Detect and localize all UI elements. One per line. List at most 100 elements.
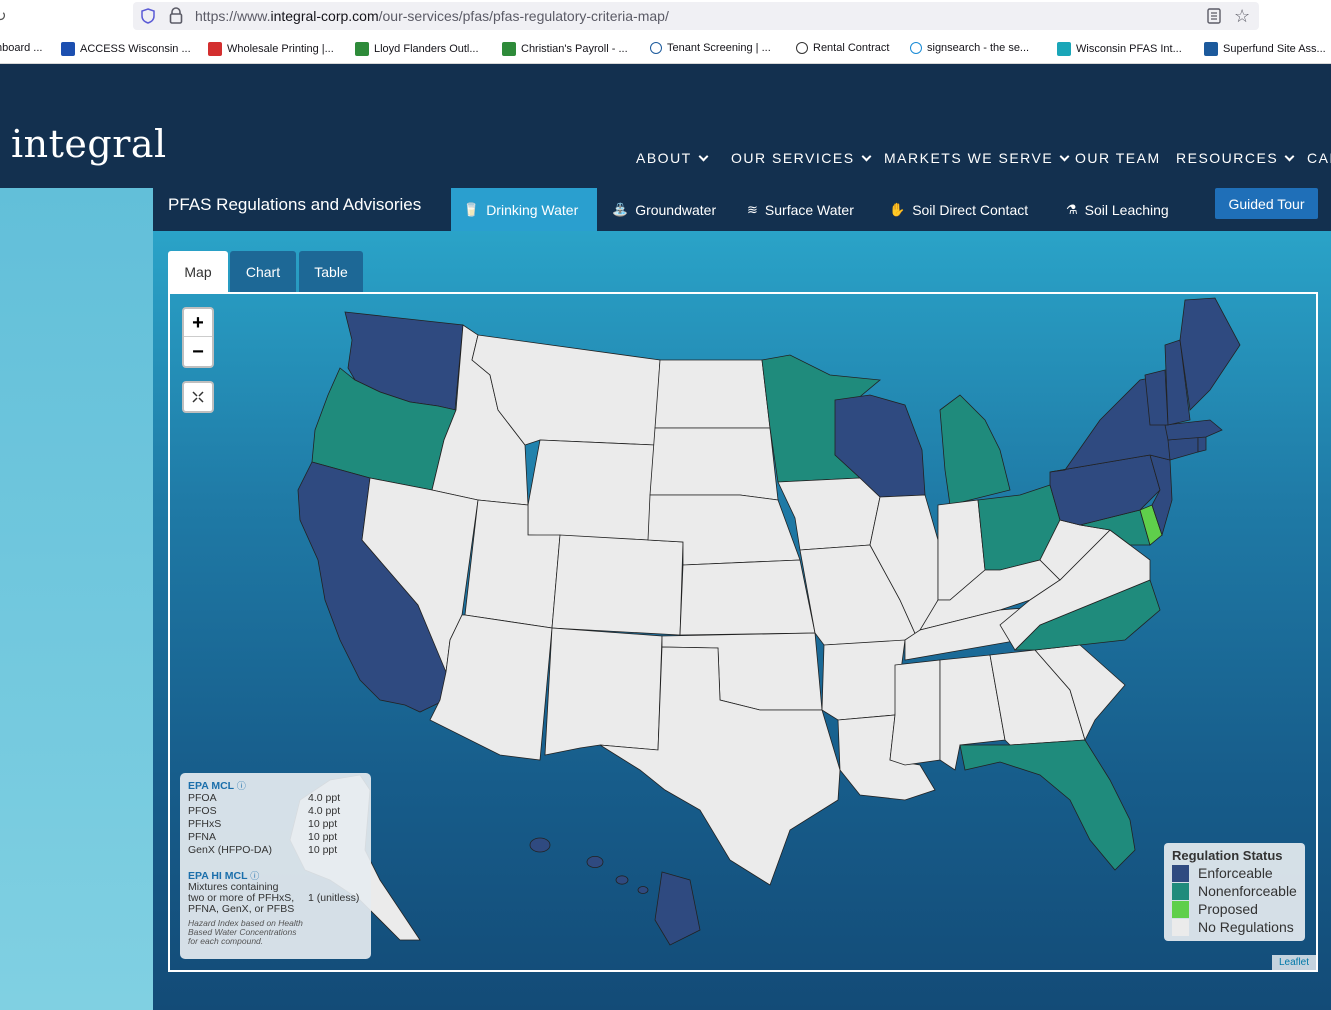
sign-icon <box>910 42 922 54</box>
reader-view-icon[interactable] <box>1207 8 1221 24</box>
screening-icon <box>650 42 662 54</box>
state-hi-island[interactable] <box>586 856 604 869</box>
state-ct[interactable] <box>1167 436 1199 461</box>
nav-item-resources[interactable]: RESOURCES <box>1176 150 1295 166</box>
regulation-legend: Regulation Status Enforceable Nonenforcea… <box>1164 843 1305 941</box>
site-header <box>0 64 1331 188</box>
url-domain: integral-corp.com <box>270 8 379 24</box>
bookmark-item[interactable]: hboard ... <box>0 42 42 54</box>
legend-label: Proposed <box>1198 901 1258 917</box>
legend-item: Proposed <box>1172 900 1297 918</box>
access-icon <box>61 42 75 56</box>
state-hi-island[interactable] <box>615 875 629 885</box>
tab-map[interactable]: Map <box>168 251 228 293</box>
url-text[interactable]: https://www.integral-corp.com/our-servic… <box>195 8 669 24</box>
tab-table[interactable]: Table <box>299 251 363 293</box>
epa-row: PFOA 4.0 ppt <box>188 792 341 804</box>
url-prefix: https://www. <box>195 8 271 24</box>
integral-logo[interactable]: integral <box>11 122 167 166</box>
state-wy[interactable] <box>527 439 656 541</box>
bookmark-label: Superfund Site Ass... <box>1223 43 1326 55</box>
tab-chart[interactable]: Chart <box>230 251 296 293</box>
state-ms[interactable] <box>889 659 941 766</box>
bookmark-item[interactable]: Lloyd Flanders Outl... <box>355 42 479 56</box>
reload-icon[interactable]: ↻ <box>0 7 7 25</box>
nav-item-label: ABOUT <box>636 150 692 166</box>
state-ri[interactable] <box>1197 436 1207 453</box>
legend-item: Enforceable <box>1172 864 1297 882</box>
nav-item-markets-we-serve[interactable]: MARKETS WE SERVE <box>884 150 1070 166</box>
state-ia[interactable] <box>777 477 881 551</box>
lock-icon[interactable] <box>169 7 183 24</box>
chevron-down-icon <box>861 151 871 162</box>
info-icon[interactable]: ⓘ <box>250 871 259 881</box>
lloyd-icon <box>355 42 369 56</box>
surface-water-icon: ≋ <box>747 201 758 217</box>
bookmark-label: ACCESS Wisconsin ... <box>80 43 191 55</box>
bookmark-label: Rental Contract <box>813 42 890 54</box>
epa-row: PFHxS 10 ppt <box>188 818 338 830</box>
browser-toolbar: ↻ https://www.integral-corp.com/our-serv… <box>0 0 1331 33</box>
globe-icon <box>796 42 808 54</box>
state-fl[interactable] <box>959 739 1136 871</box>
bookmark-item[interactable]: signsearch - the se... <box>910 42 1029 54</box>
nav-item-label: MARKETS WE SERVE <box>884 150 1054 166</box>
bookmark-label: Wholesale Printing |... <box>227 43 334 55</box>
state-hi[interactable] <box>654 871 701 946</box>
bookmark-item[interactable]: Christian's Payroll - ... <box>502 42 628 56</box>
tracking-shield-icon[interactable] <box>141 8 155 24</box>
tab-soil-direct-contact[interactable]: ✋ Soil Direct Contact <box>877 188 1045 231</box>
groundwater-icon: ⛲ <box>612 201 629 217</box>
bookmark-item[interactable]: ACCESS Wisconsin ... <box>61 42 191 56</box>
bookmark-label: Tenant Screening | ... <box>667 42 771 54</box>
zoom-out-button[interactable]: − <box>184 338 212 366</box>
drinking-water-icon: 🥛 <box>463 201 480 217</box>
superfund-icon <box>1204 42 1218 56</box>
epa-hi-description: Mixtures containing two or more of PFHxS… <box>188 881 360 915</box>
soil-contact-icon: ✋ <box>889 201 906 217</box>
zoom-in-button[interactable]: + <box>184 309 212 337</box>
tab-label: Groundwater <box>635 201 717 218</box>
reset-view-button[interactable] <box>182 381 214 413</box>
state-nm[interactable] <box>544 627 663 756</box>
bookmark-item[interactable]: Wholesale Printing |... <box>208 42 334 56</box>
legend-label: Enforceable <box>1198 865 1273 881</box>
chevron-down-icon <box>1059 151 1070 162</box>
epa-row: GenX (HFPO-DA) 10 ppt <box>188 844 338 856</box>
info-icon[interactable]: ⓘ <box>237 781 246 791</box>
bookmark-item[interactable]: Superfund Site Ass... <box>1204 42 1326 56</box>
legend-title: Regulation Status <box>1172 848 1283 863</box>
state-mi[interactable] <box>939 394 1011 506</box>
bookmark-item[interactable]: Rental Contract <box>796 42 889 54</box>
leaflet-attribution[interactable]: Leaflet <box>1272 955 1316 970</box>
bookmark-item[interactable]: Tenant Screening | ... <box>650 42 771 54</box>
tab-soil-leaching[interactable]: ⚗ Soil Leaching <box>1054 188 1182 231</box>
legend-item: Nonenforceable <box>1172 882 1297 900</box>
legend-swatch <box>1172 918 1189 936</box>
nav-item-our-services[interactable]: OUR SERVICES <box>731 150 871 166</box>
bookmark-item[interactable]: Wisconsin PFAS Int... <box>1057 42 1182 56</box>
chevron-down-icon <box>698 151 709 162</box>
zoom-control: + − <box>182 307 214 368</box>
nav-item-label: OUR TEAM <box>1075 150 1161 166</box>
state-hi-island[interactable] <box>637 886 649 894</box>
epa-hi-note: Hazard Index based on Health Based Water… <box>188 918 303 946</box>
state-ks[interactable] <box>679 559 816 636</box>
state-nd[interactable] <box>654 359 771 429</box>
nav-item-our-team[interactable]: OUR TEAM <box>1075 150 1161 166</box>
bookmark-star-icon[interactable]: ☆ <box>1234 6 1250 27</box>
state-sd[interactable] <box>649 427 779 501</box>
state-me[interactable] <box>1179 297 1241 411</box>
pfas-page-title: PFAS Regulations and Advisories <box>168 195 422 214</box>
nav-item-about[interactable]: ABOUT <box>636 150 709 166</box>
printing-icon <box>208 42 222 56</box>
state-ar[interactable] <box>821 639 906 721</box>
state-co[interactable] <box>551 534 684 636</box>
tab-groundwater[interactable]: ⛲ Groundwater <box>600 188 728 231</box>
guided-tour-button[interactable]: Guided Tour <box>1215 188 1318 219</box>
bookmark-label: signsearch - the se... <box>927 42 1030 54</box>
state-hi-island[interactable] <box>529 837 551 853</box>
tab-drinking-water[interactable]: 🥛 Drinking Water <box>451 188 597 231</box>
nav-item-car[interactable]: CAR <box>1307 150 1331 166</box>
tab-surface-water[interactable]: ≋ Surface Water <box>735 188 873 231</box>
